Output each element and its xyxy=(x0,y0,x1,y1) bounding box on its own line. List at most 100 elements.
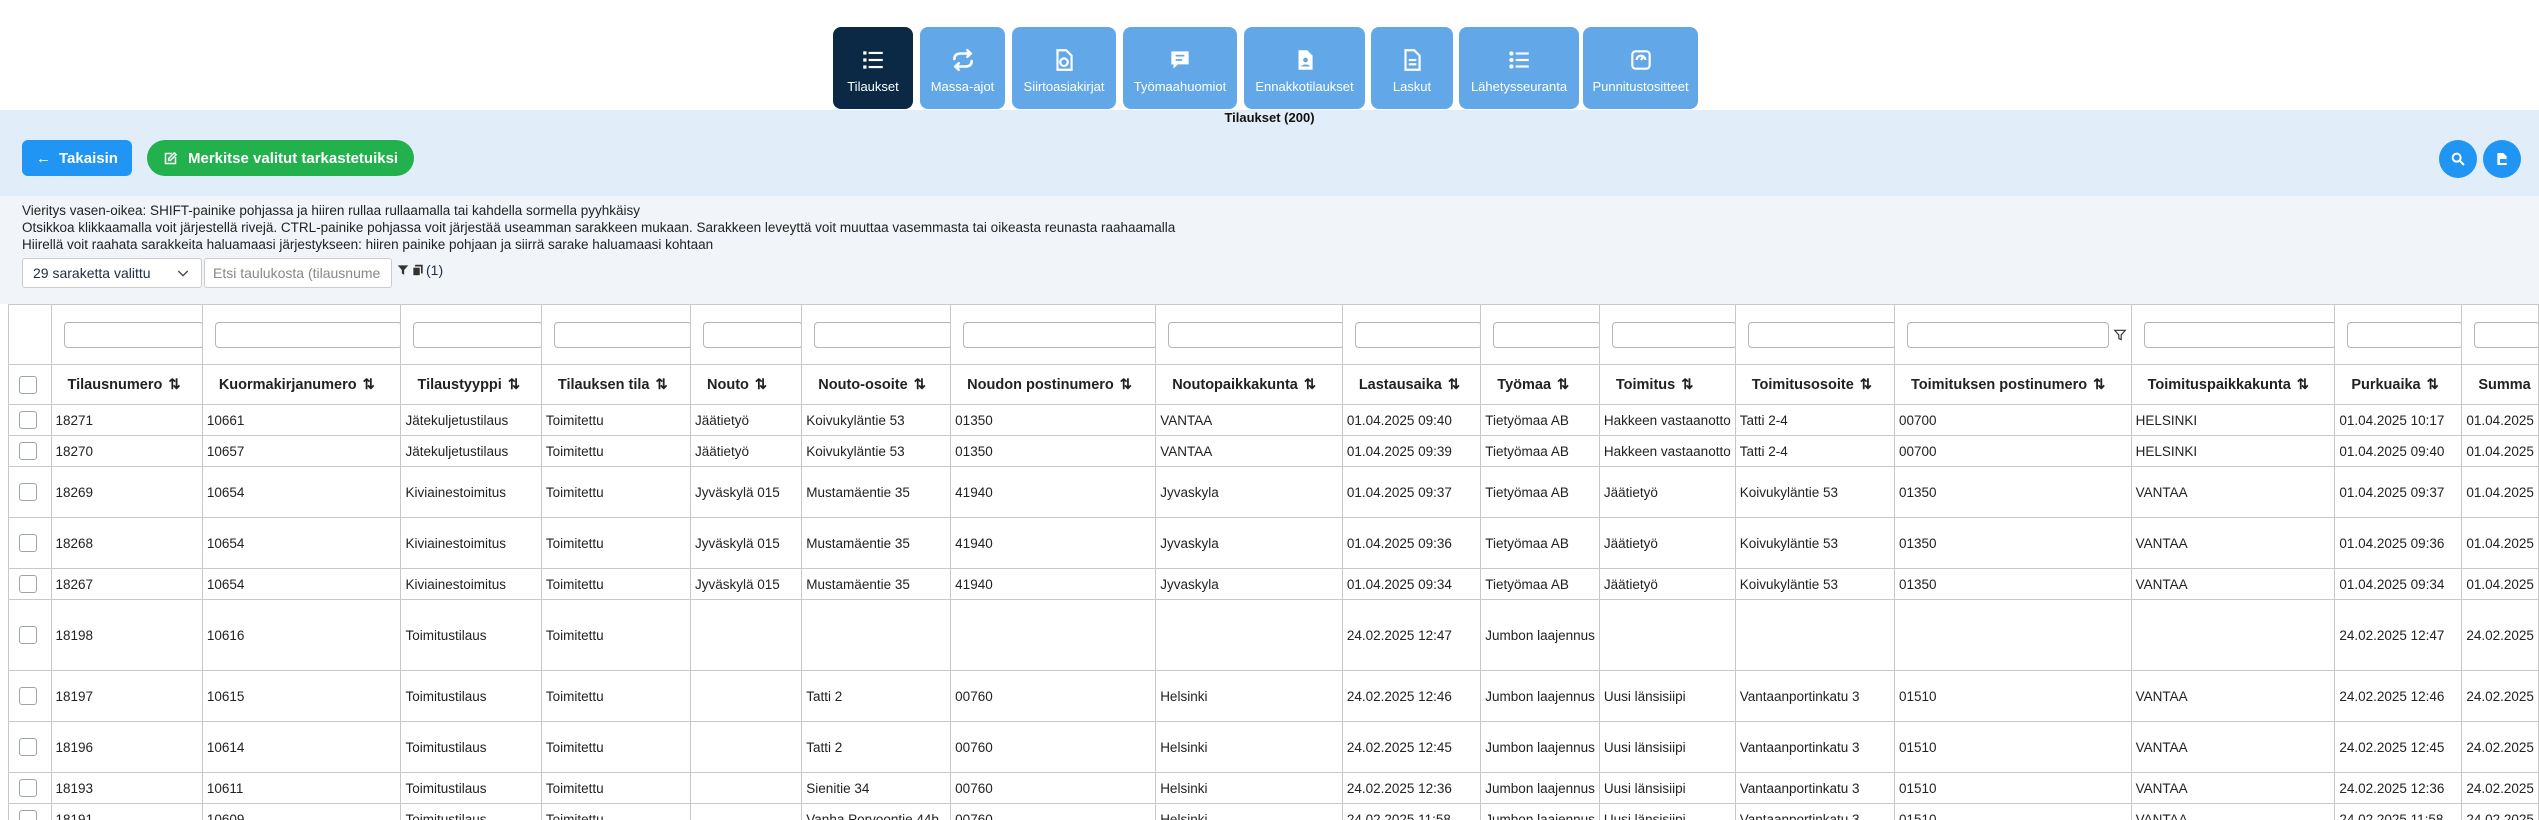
clear-filter-icon[interactable] xyxy=(396,263,410,277)
sort-icon[interactable]: ⇅ xyxy=(1677,377,1693,393)
table-cell: 41940 xyxy=(950,517,1157,569)
row-checkbox[interactable] xyxy=(19,575,37,593)
sort-icon[interactable]: ⇅ xyxy=(910,377,926,393)
row-checkbox[interactable] xyxy=(19,534,37,552)
column-header[interactable]: Summa xyxy=(2461,364,2539,405)
column-header[interactable]: Toimitusosoite ⇅ xyxy=(1734,364,1895,405)
sort-icon[interactable]: ⇅ xyxy=(651,377,667,393)
row-checkbox[interactable] xyxy=(19,810,37,820)
column-filter-input[interactable] xyxy=(1611,321,1735,348)
row-checkbox[interactable] xyxy=(19,626,37,644)
sort-icon[interactable]: ⇅ xyxy=(359,377,375,393)
table-cell: Uusi länsisiipi xyxy=(1598,721,1736,773)
column-header[interactable]: Noutopaikkakunta ⇅ xyxy=(1155,364,1343,405)
row-checkbox[interactable] xyxy=(19,442,37,460)
table-row[interactable]: 18197 10615 Toimitustilaus Toimitettu Tatti … xyxy=(8,670,2539,722)
column-header[interactable]: Työmaa ⇅ xyxy=(1480,364,1600,405)
nav-lahetysseuranta[interactable]: Lähetysseuranta xyxy=(1459,27,1579,109)
table-row[interactable]: 18196 10614 Toimitustilaus Toimitettu Tatti … xyxy=(8,721,2539,773)
row-select-cell xyxy=(8,404,52,436)
table-row[interactable]: 18191 10609 Toimitustilaus Toimitettu Vanha … xyxy=(8,803,2539,820)
copy-icon[interactable] xyxy=(411,263,425,277)
table-row[interactable]: 18270 10657 Jätekuljetustilaus Toimitettu Jä… xyxy=(8,435,2539,467)
table-cell: 24.02.2025 12:46 xyxy=(1341,670,1482,722)
nav-ennakkotilaukset[interactable]: Ennakkotilaukset xyxy=(1244,27,1365,109)
sort-icon[interactable]: ⇅ xyxy=(164,377,180,393)
table-cell: Toimitustilaus xyxy=(400,772,542,804)
back-button[interactable]: ← Takaisin xyxy=(22,140,132,176)
column-header[interactable]: Tilauksen tila ⇅ xyxy=(540,364,692,405)
column-filter-input[interactable] xyxy=(963,321,1155,348)
export-button[interactable] xyxy=(2483,140,2521,178)
table-cell: Vantaanportinkatu 3 xyxy=(1734,772,1895,804)
sort-icon[interactable]: ⇅ xyxy=(2423,377,2439,393)
column-header[interactable]: Toimituksen postinumero ⇅ xyxy=(1893,364,2132,405)
table-row[interactable]: 18193 10611 Toimitustilaus Toimitettu Sienit… xyxy=(8,772,2539,804)
column-filter-input[interactable] xyxy=(63,321,202,348)
nav-siirtoasiakirjat[interactable]: Siirtoasiakirjat xyxy=(1012,27,1116,109)
nav-tyomaahuomiot[interactable]: Työmaahuomiot xyxy=(1123,27,1237,109)
column-filter-input[interactable] xyxy=(703,321,801,348)
column-header[interactable]: Toimitus ⇅ xyxy=(1598,364,1736,405)
column-filter-input[interactable] xyxy=(1168,321,1342,348)
table-row[interactable]: 18269 10654 Kiviainestoimitus Toimitettu Jyv… xyxy=(8,466,2539,518)
column-filter-input[interactable] xyxy=(1747,321,1894,348)
row-checkbox[interactable] xyxy=(19,687,37,705)
sort-icon[interactable]: ⇅ xyxy=(2293,377,2309,393)
sort-icon[interactable]: ⇅ xyxy=(751,377,767,393)
column-filter-input[interactable] xyxy=(2474,321,2538,348)
column-filter-input[interactable] xyxy=(1906,321,2109,348)
column-header[interactable]: Toimituspaikkakunta ⇅ xyxy=(2130,364,2336,405)
table-search-input[interactable] xyxy=(204,258,392,288)
table-cell: 01.04.2025 xyxy=(2461,404,2539,436)
sort-icon[interactable]: ⇅ xyxy=(1300,377,1316,393)
mark-checked-button[interactable]: Merkitse valitut tarkastetuiksi xyxy=(147,140,415,176)
column-filter-input[interactable] xyxy=(553,321,690,348)
nav-tilaukset[interactable]: Tilaukset xyxy=(833,27,913,109)
nav-massa-ajot[interactable]: Massa-ajot xyxy=(920,27,1005,109)
filter-cell xyxy=(1341,304,1482,365)
sort-icon[interactable]: ⇅ xyxy=(1856,377,1872,393)
orders-table-container[interactable]: Tilausnumero ⇅ Kuormakirjanumero ⇅ Tilaust… xyxy=(8,304,2539,820)
column-select[interactable]: 29 saraketta valittu xyxy=(22,258,202,288)
filter-icon[interactable] xyxy=(2113,328,2127,342)
column-filter-input[interactable] xyxy=(214,321,400,348)
column-header[interactable]: Nouto-osoite ⇅ xyxy=(801,364,952,405)
column-header[interactable]: Nouto ⇅ xyxy=(690,364,803,405)
nav-punnitustositteet[interactable]: Punnitustositteet xyxy=(1583,27,1698,109)
table-row[interactable]: 18268 10654 Kiviainestoimitus Toimitettu Jyv… xyxy=(8,517,2539,569)
column-header[interactable]: Tilaustyyppi ⇅ xyxy=(400,364,542,405)
sort-icon[interactable]: ⇅ xyxy=(1444,377,1460,393)
column-header[interactable]: Noudon postinumero ⇅ xyxy=(950,364,1157,405)
nav-laskut[interactable]: Laskut xyxy=(1371,27,1453,109)
row-checkbox[interactable] xyxy=(19,483,37,501)
column-filter-input[interactable] xyxy=(1354,321,1480,348)
sort-icon[interactable]: ⇅ xyxy=(2089,377,2105,393)
column-filter-input[interactable] xyxy=(2143,321,2334,348)
sort-icon[interactable]: ⇅ xyxy=(1553,377,1569,393)
column-header[interactable]: Kuormakirjanumero ⇅ xyxy=(201,364,402,405)
column-filter-input[interactable] xyxy=(1493,321,1599,348)
header-row: Tilausnumero ⇅ Kuormakirjanumero ⇅ Tilaust… xyxy=(8,364,2539,405)
column-filter-input[interactable] xyxy=(413,321,541,348)
row-checkbox[interactable] xyxy=(19,411,37,429)
table-row[interactable]: 18267 10654 Kiviainestoimitus Toimitettu Jyv… xyxy=(8,568,2539,600)
sort-icon[interactable]: ⇅ xyxy=(504,377,520,393)
column-filter-input[interactable] xyxy=(2347,321,2461,348)
column-header[interactable]: Lastausaika ⇅ xyxy=(1341,364,1482,405)
table-cell: Jyvaskyla xyxy=(1155,568,1343,600)
filter-cell xyxy=(1734,304,1895,365)
column-filter-input[interactable] xyxy=(814,321,950,348)
row-checkbox[interactable] xyxy=(19,779,37,797)
table-row[interactable]: 18198 10616 Toimitustilaus Toimitettu 24.02.… xyxy=(8,599,2539,671)
table-cell: Helsinki xyxy=(1155,721,1343,773)
row-checkbox[interactable] xyxy=(19,738,37,756)
sort-icon[interactable]: ⇅ xyxy=(1116,377,1132,393)
table-row[interactable]: 18271 10661 Jätekuljetustilaus Toimitettu Jä… xyxy=(8,404,2539,436)
column-header[interactable]: Tilausnumero ⇅ xyxy=(50,364,203,405)
list-icon xyxy=(863,50,883,69)
table-cell: 24.02.2025 12:36 xyxy=(1341,772,1482,804)
column-header[interactable]: Purkuaika ⇅ xyxy=(2334,364,2463,405)
select-all-checkbox[interactable] xyxy=(19,375,37,394)
search-button[interactable] xyxy=(2439,140,2477,178)
